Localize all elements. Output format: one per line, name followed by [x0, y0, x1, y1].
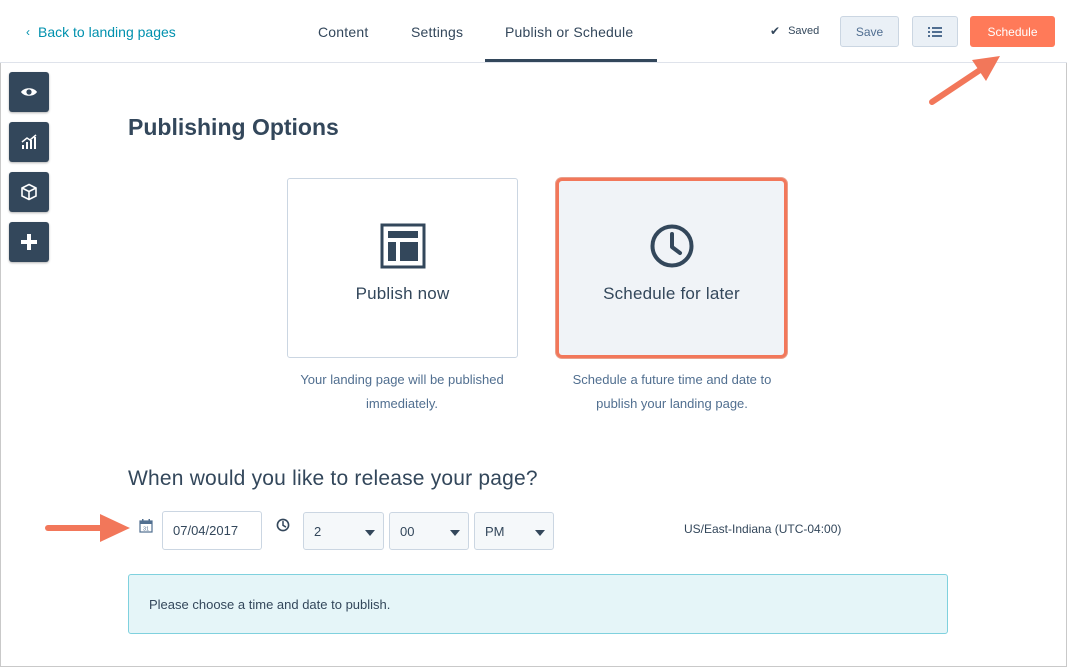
schedule-for-later-description: Schedule a future time and date to publi… — [572, 372, 772, 411]
add-icon — [21, 234, 37, 250]
checkmark-icon: ✔ — [770, 24, 781, 38]
hour-value: 2 — [314, 523, 322, 539]
minute-value: 00 — [400, 523, 415, 539]
schedule-for-later-option[interactable]: Schedule for later — [556, 178, 787, 358]
saved-label: Saved — [788, 25, 820, 37]
schedule-button[interactable]: Schedule — [970, 16, 1055, 47]
page-title: Publishing Options — [128, 114, 339, 140]
date-input[interactable] — [162, 511, 262, 550]
add-tool-button[interactable] — [9, 222, 49, 262]
publish-now-description: Your landing page will be published imme… — [300, 372, 504, 411]
info-alert: Please choose a time and date to publish… — [128, 574, 948, 634]
back-link-label: Back to landing pages — [38, 24, 176, 40]
modules-icon — [21, 183, 37, 201]
release-heading: When would you like to release your page… — [128, 467, 538, 490]
save-button[interactable]: Save — [840, 16, 899, 47]
actions-menu-button[interactable] — [912, 16, 958, 47]
clock-icon — [650, 224, 693, 268]
top-bar: ‹ Back to landing pages Content Settings… — [0, 0, 1067, 63]
preview-icon — [21, 88, 37, 96]
schedule-for-later-label: Schedule for later — [603, 284, 740, 303]
time-clock-icon — [276, 518, 290, 532]
tab-content[interactable]: Content — [318, 24, 368, 40]
chevron-down-icon — [365, 530, 375, 536]
hour-select[interactable]: 2 — [303, 512, 384, 550]
active-tab-indicator — [485, 59, 657, 62]
annotation-arrow-schedule — [929, 56, 1000, 105]
annotation-arrow-date — [45, 514, 130, 542]
chevron-down-icon — [535, 530, 545, 536]
window-frame — [0, 0, 1067, 667]
ampm-select[interactable]: PM — [474, 512, 554, 550]
analytics-tool-button[interactable] — [9, 122, 49, 162]
calendar-icon: 31 — [139, 519, 153, 533]
alert-text: Please choose a time and date to publish… — [149, 596, 391, 612]
back-to-landing-pages-link[interactable]: ‹ Back to landing pages — [26, 24, 176, 40]
chevron-down-icon — [450, 530, 460, 536]
saved-status: ✔ Saved — [770, 24, 819, 38]
chevron-left-icon: ‹ — [26, 25, 30, 39]
preview-tool-button[interactable] — [9, 72, 49, 112]
publish-now-option[interactable]: Publish now — [287, 178, 518, 358]
list-icon — [928, 26, 942, 37]
ampm-value: PM — [485, 523, 505, 539]
analytics-icon — [21, 134, 37, 149]
tab-settings[interactable]: Settings — [411, 24, 463, 40]
tab-publish-or-schedule[interactable]: Publish or Schedule — [505, 24, 633, 40]
timezone-label: US/East-Indiana (UTC-04:00) — [684, 522, 842, 536]
layout-icon — [380, 223, 425, 269]
publish-now-label: Publish now — [355, 284, 450, 303]
modules-tool-button[interactable] — [9, 172, 49, 212]
svg-text:31: 31 — [143, 527, 149, 533]
minute-select[interactable]: 00 — [389, 512, 469, 550]
